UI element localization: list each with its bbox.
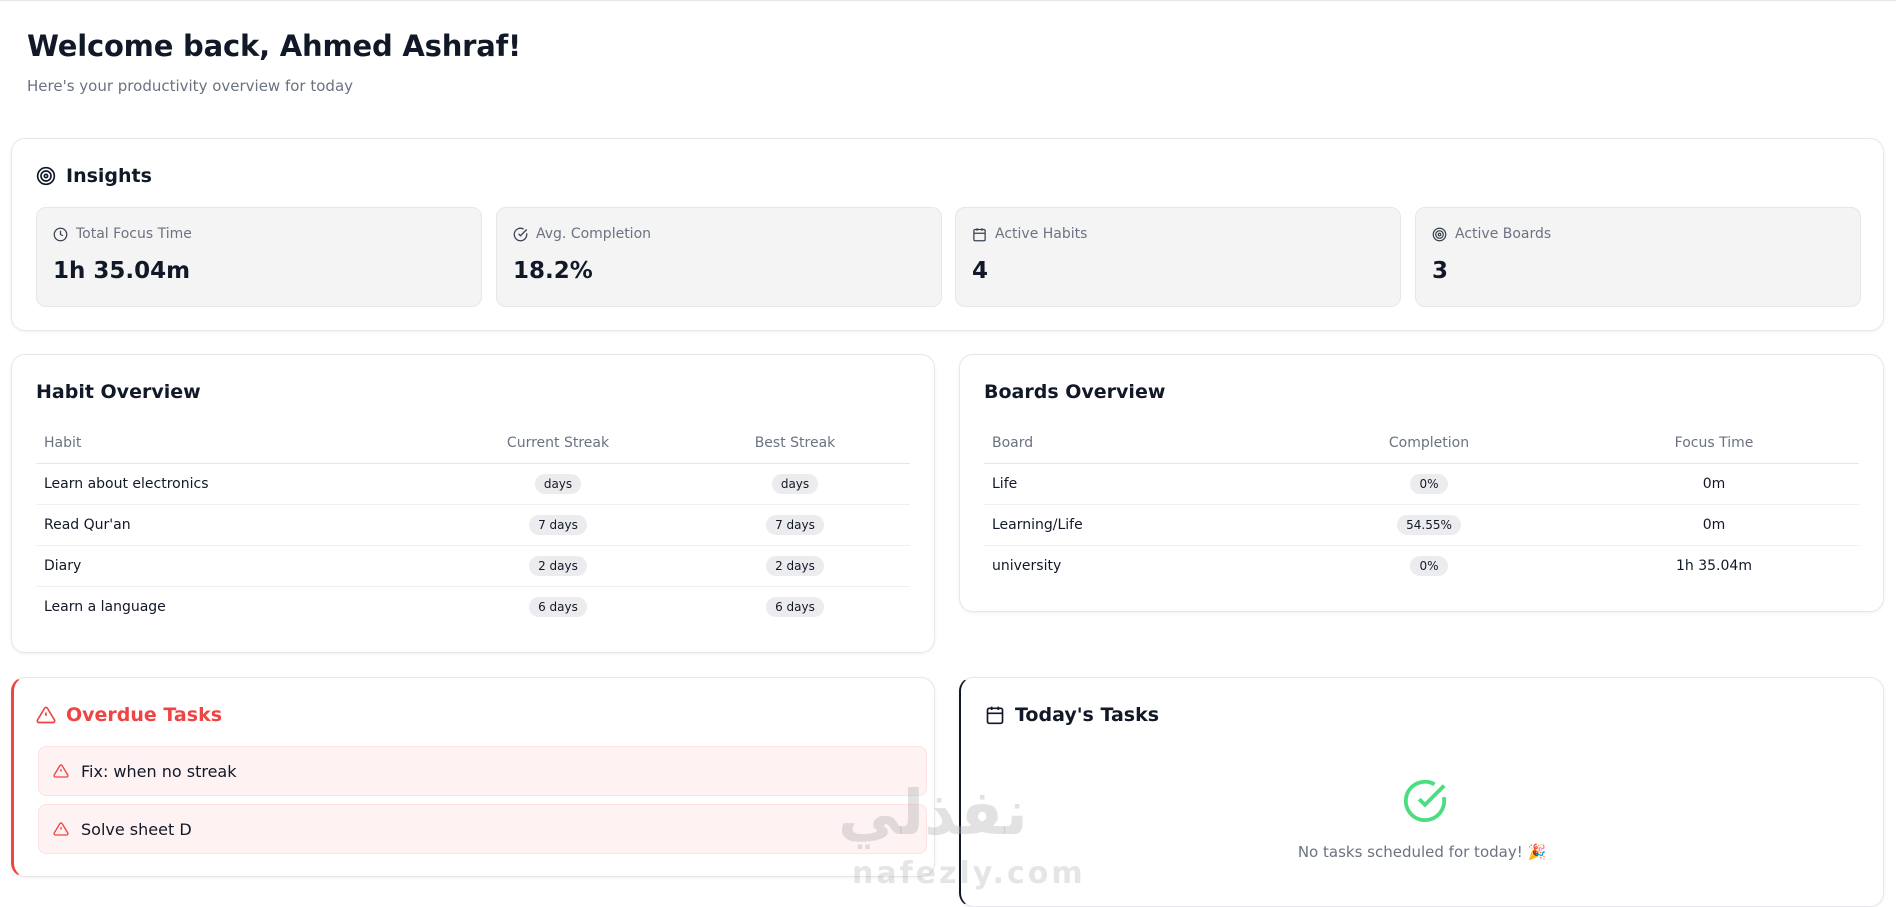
table-row: Learning/Life 54.55% 0m	[984, 504, 1859, 546]
warning-triangle-icon	[53, 822, 69, 836]
calendar-icon	[986, 706, 1004, 725]
stat-avg-completion: Avg. Completion 18.2%	[496, 207, 942, 307]
completion-badge: 54.55%	[1397, 515, 1461, 535]
best-streak-badge: 2 days	[766, 556, 824, 576]
boards-overview-card: Boards Overview Board Completion Focus T…	[959, 354, 1884, 612]
overdue-task-item[interactable]: Fix: when no streak	[38, 746, 927, 796]
boards-overview-title: Boards Overview	[984, 381, 1166, 403]
boards-table: Board Completion Focus Time Life 0% 0m L…	[984, 423, 1859, 586]
stat-value: 18.2%	[513, 258, 593, 284]
target-icon	[1432, 227, 1447, 241]
best-streak-badge: days	[771, 474, 819, 494]
stat-active-boards: Active Boards 3	[1415, 207, 1861, 307]
completion-badge: 0%	[1410, 556, 1448, 576]
column-header-board: Board	[984, 423, 1289, 464]
current-streak-badge: 2 days	[529, 556, 587, 576]
completion-badge: 0%	[1410, 474, 1448, 494]
warning-triangle-icon	[36, 706, 56, 724]
current-streak-badge: 7 days	[529, 515, 587, 535]
overdue-title: Overdue Tasks	[66, 704, 223, 726]
empty-state-text: No tasks scheduled for today! 🎉	[1297, 843, 1547, 861]
task-title: Fix: when no streak	[81, 761, 237, 781]
overdue-tasks-card: Overdue Tasks Fix: when no streak Solve …	[11, 677, 935, 877]
column-header-habit: Habit	[36, 423, 436, 464]
overdue-task-item[interactable]: Solve sheet D	[38, 804, 927, 854]
column-header-current-streak: Current Streak	[436, 423, 680, 464]
stat-label: Total Focus Time	[76, 226, 192, 242]
stat-label: Active Boards	[1455, 226, 1552, 242]
habit-overview-title: Habit Overview	[36, 381, 201, 403]
watermark-url: nafezly.com	[852, 856, 1086, 891]
table-header-row: Habit Current Streak Best Streak	[36, 423, 910, 464]
habit-name: Learn a language	[44, 599, 166, 615]
overdue-header: Overdue Tasks	[36, 704, 222, 726]
table-row: university 0% 1h 35.04m	[984, 546, 1859, 587]
board-name: university	[992, 558, 1062, 574]
current-streak-badge: days	[534, 474, 582, 494]
stat-value: 1h 35.04m	[53, 258, 191, 284]
board-name: Learning/Life	[984, 504, 1289, 546]
target-icon	[36, 166, 56, 186]
table-row: Learn a language 6 days 6 days	[36, 587, 910, 628]
insights-card: Insights Total Focus Time 1h 35.04m Avg.…	[11, 138, 1884, 331]
current-streak-badge: 6 days	[529, 597, 587, 617]
insights-header: Insights	[36, 165, 152, 187]
table-row: Learn about electronics days days	[36, 463, 910, 505]
watermark-logo: نفذلي	[838, 776, 1028, 849]
table-header-row: Board Completion Focus Time	[984, 423, 1859, 464]
habit-name: Read Qur'an	[36, 504, 436, 546]
habit-name: Learn about electronics	[36, 463, 436, 505]
warning-triangle-icon	[53, 764, 69, 778]
check-circle-icon	[513, 227, 528, 241]
calendar-icon	[973, 227, 986, 241]
page-subtitle: Here's your productivity overview for to…	[27, 77, 354, 95]
focus-time: 1h 35.04m	[1676, 558, 1752, 574]
focus-time: 0m	[1569, 504, 1859, 546]
insights-title: Insights	[66, 165, 152, 187]
page-title: Welcome back, Ahmed Ashraf!	[27, 29, 522, 63]
habit-overview-card: Habit Overview Habit Current Streak Best…	[11, 354, 935, 653]
task-title: Solve sheet D	[81, 819, 192, 839]
best-streak-badge: 7 days	[766, 515, 824, 535]
todays-tasks-card: Today's Tasks No tasks scheduled for tod…	[959, 677, 1884, 907]
focus-time: 0m	[1569, 463, 1859, 505]
table-row: Life 0% 0m	[984, 463, 1859, 505]
column-header-best-streak: Best Streak	[680, 423, 910, 464]
clock-icon	[53, 227, 68, 241]
column-header-focus-time: Focus Time	[1569, 423, 1859, 464]
stat-value: 3	[1432, 258, 1449, 284]
stat-label: Active Habits	[995, 226, 1088, 242]
stat-value: 4	[972, 258, 989, 284]
best-streak-badge: 6 days	[766, 597, 824, 617]
check-circle-icon	[1403, 779, 1447, 822]
column-header-completion: Completion	[1289, 423, 1569, 464]
table-row: Diary 2 days 2 days	[36, 545, 910, 587]
board-name: Life	[984, 463, 1289, 505]
stat-active-habits: Active Habits 4	[955, 207, 1401, 307]
stat-label: Avg. Completion	[536, 226, 652, 242]
table-row: Read Qur'an 7 days 7 days	[36, 504, 910, 546]
today-header: Today's Tasks	[985, 704, 1159, 726]
habit-name: Diary	[36, 545, 436, 587]
habit-table: Habit Current Streak Best Streak Learn a…	[36, 423, 910, 627]
today-title: Today's Tasks	[1015, 704, 1160, 726]
stat-total-focus-time: Total Focus Time 1h 35.04m	[36, 207, 482, 307]
